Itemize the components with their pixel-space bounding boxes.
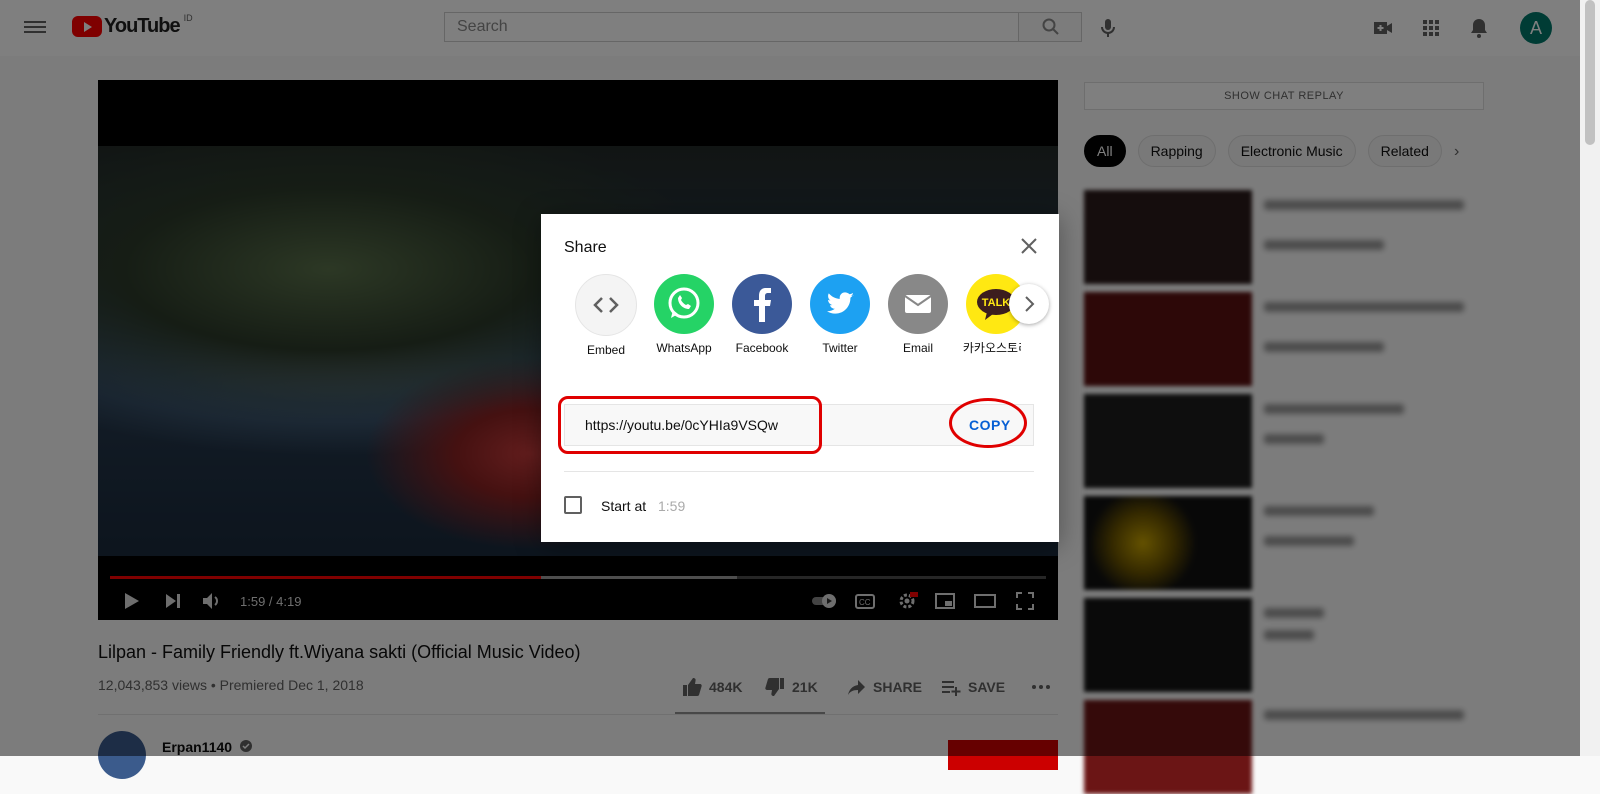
chevron-right-icon	[1025, 296, 1035, 312]
email-icon	[888, 274, 948, 334]
annotation-url-highlight	[558, 396, 822, 454]
share-targets-next-button[interactable]	[1009, 284, 1049, 324]
share-target-label: WhatsApp	[656, 341, 712, 355]
twitter-icon	[810, 274, 870, 334]
share-target-embed[interactable]: Embed	[569, 274, 643, 358]
share-target-facebook[interactable]: Facebook	[725, 274, 799, 356]
share-dialog: Share Embed WhatsApp Facebook Twitter Em…	[541, 214, 1059, 542]
kakao-badge-text: TALK	[982, 297, 1011, 309]
share-target-label: Embed	[586, 343, 626, 357]
share-target-email[interactable]: Email	[881, 274, 955, 356]
share-targets: Embed WhatsApp Facebook Twitter Email TA…	[569, 274, 1021, 384]
whatsapp-icon	[654, 274, 714, 334]
share-target-label: Facebook	[735, 341, 789, 355]
share-target-label: Twitter	[822, 341, 858, 355]
share-target-label: 카카오스토리	[962, 341, 1021, 355]
facebook-icon	[732, 274, 792, 334]
close-icon[interactable]	[1017, 234, 1041, 258]
annotation-copy-highlight	[949, 398, 1027, 448]
scrollbar-thumb[interactable]	[1585, 0, 1595, 145]
dialog-title: Share	[564, 239, 607, 256]
start-at-time: 1:59	[658, 498, 686, 514]
share-target-whatsapp[interactable]: WhatsApp	[647, 274, 721, 356]
share-target-label: Email	[902, 341, 933, 355]
start-at-checkbox[interactable]	[564, 496, 582, 514]
embed-icon	[575, 274, 637, 336]
start-at-label: Start at	[601, 498, 647, 514]
share-target-twitter[interactable]: Twitter	[803, 274, 877, 356]
divider	[564, 471, 1034, 472]
